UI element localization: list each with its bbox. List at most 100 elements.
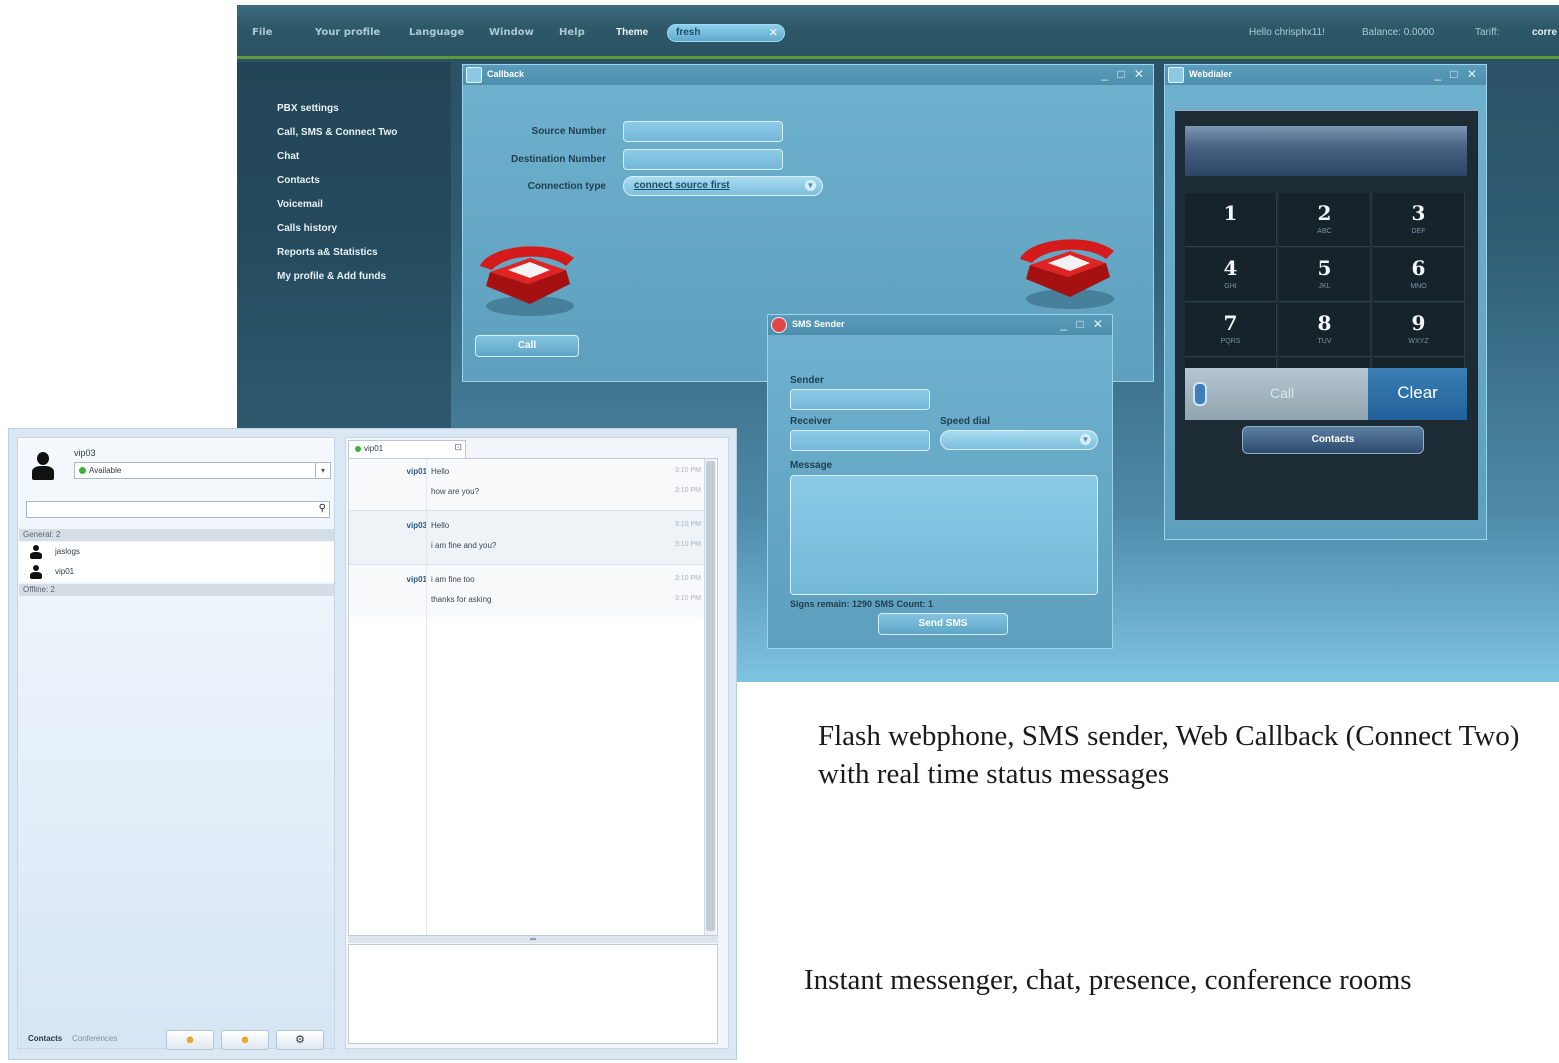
sender-input[interactable] [790, 389, 930, 410]
destination-number-input[interactable] [623, 149, 783, 170]
dial-key-letters: PQRS [1220, 338, 1241, 345]
menu-help[interactable]: Help [559, 27, 585, 38]
sidebar-item-reports[interactable]: Reports a& Statistics [277, 247, 378, 258]
window-controls-icon[interactable]: _ □ ✕ [1101, 67, 1147, 81]
window-controls-icon[interactable]: _ □ ✕ [1434, 67, 1480, 81]
menu-window[interactable]: Window [489, 27, 534, 38]
dial-key-7[interactable]: 8 TUV [1279, 303, 1371, 357]
sidebar-item-chat[interactable]: Chat [277, 151, 299, 162]
message-time: 3:10 PM [674, 541, 701, 548]
menu-bar: File Your profile Language Window Help T… [237, 5, 1559, 59]
callback-titlebar[interactable]: Callback _ □ ✕ [463, 65, 1153, 85]
dialer-contacts-button[interactable]: Contacts [1242, 426, 1424, 454]
dialer-panel: 12ABC3DEF4GHI5JKL6MNO7PQRS8TUV9WXYZ*0# C… [1175, 110, 1478, 520]
message-time: 3:10 PM [674, 487, 701, 494]
receiver-input[interactable] [790, 430, 930, 451]
splitter-handle[interactable]: ▬ [348, 936, 718, 943]
connection-type-select[interactable]: connect source first ▼ [623, 176, 823, 196]
tab-conferences[interactable]: Conferences [72, 1034, 117, 1043]
dial-key-3[interactable]: 4 GHI [1185, 248, 1277, 302]
dial-key-5[interactable]: 6 MNO [1373, 248, 1465, 302]
theme-label: Theme [616, 27, 649, 38]
messenger-window: vip03 Available ▾ ⚲ General: 2 jaslogs v… [8, 428, 737, 1060]
message-text: i am fine too [431, 575, 475, 584]
user-name: vip03 [74, 448, 96, 458]
dial-key-letters: TUV [1317, 338, 1332, 345]
close-icon[interactable]: ⊡ [454, 442, 462, 453]
dial-key-6[interactable]: 7 PQRS [1185, 303, 1277, 357]
contact-search-input[interactable]: ⚲ [26, 501, 330, 518]
menu-file[interactable]: File [252, 27, 272, 38]
dial-key-digit: 3 [1411, 201, 1426, 225]
message-time: 3:10 PM [674, 575, 701, 582]
dial-call-label: Call [1270, 385, 1295, 401]
dial-key-digit: 8 [1317, 311, 1332, 335]
contacts-pane: vip03 Available ▾ ⚲ General: 2 jaslogs v… [17, 437, 335, 1050]
speed-dial-select[interactable]: ▼ [940, 430, 1098, 450]
status-select[interactable]: Available ▾ [74, 462, 331, 479]
chevron-down-icon: ▼ [1080, 434, 1091, 445]
add-contact-button[interactable]: ☻ [166, 1030, 214, 1050]
dial-key-1[interactable]: 2 ABC [1279, 193, 1371, 247]
destination-number-label: Destination Number [510, 154, 606, 165]
sidebar-item-voicemail[interactable]: Voicemail [277, 199, 323, 210]
dial-key-digit: 9 [1411, 311, 1426, 335]
sms-status: Signs remain: 1290 SMS Count: 1 [790, 599, 934, 609]
add-group-button[interactable]: ☻ [221, 1030, 269, 1050]
theme-select[interactable]: fresh ✕ [667, 24, 785, 42]
search-icon[interactable]: ⚲ [319, 503, 326, 514]
callback-title: Callback [487, 69, 525, 79]
message-textarea[interactable] [790, 475, 1098, 595]
call-button[interactable]: Call [475, 335, 579, 357]
sidebar-item-calls-history[interactable]: Calls history [277, 223, 337, 234]
message-list: vip01 Hello 3:10 PM how are you? 3:10 PM… [348, 458, 718, 936]
send-sms-button[interactable]: Send SMS [878, 613, 1008, 635]
clear-button[interactable]: Clear [1368, 368, 1467, 420]
window-icon [466, 67, 482, 83]
dial-key-8[interactable]: 9 WXYZ [1373, 303, 1465, 357]
gear-icon: ⚙ [295, 1034, 305, 1046]
dial-key-4[interactable]: 5 JKL [1279, 248, 1371, 302]
group-offline[interactable]: Offline: 2 [19, 584, 334, 596]
dial-key-letters: JKL [1318, 283, 1331, 290]
phone-icon [1020, 239, 1114, 309]
chat-pane: vip01 ⊡ vip01 Hello 3:10 PM how are you?… [345, 437, 729, 1049]
list-item[interactable]: jaslogs [19, 542, 334, 562]
message-text: how are you? [431, 487, 480, 496]
message-text: i am fine and you? [431, 541, 497, 550]
hello-text: Hello chrisphx11! [1249, 27, 1325, 38]
scrollbar-thumb[interactable] [706, 461, 715, 931]
webdialer-titlebar[interactable]: Webdialer _ □ ✕ [1165, 65, 1486, 85]
online-dot-icon [355, 446, 361, 452]
chat-tab[interactable]: vip01 ⊡ [348, 440, 466, 458]
sms-icon [771, 317, 787, 333]
close-icon[interactable]: ✕ [769, 26, 778, 39]
contact-name: vip01 [55, 567, 75, 576]
scrollbar[interactable] [704, 459, 716, 935]
menu-language[interactable]: Language [409, 27, 464, 38]
settings-button[interactable]: ⚙ [276, 1030, 324, 1050]
sms-titlebar[interactable]: SMS Sender _ □ ✕ [768, 315, 1112, 335]
balance-text: Balance: 0.0000 [1362, 27, 1435, 38]
dial-key-digit: 7 [1223, 311, 1238, 335]
list-item[interactable]: vip01 [19, 562, 334, 582]
dial-key-letters: MNO [1410, 283, 1427, 290]
contact-icon [29, 545, 43, 559]
dial-call-button[interactable]: Call [1185, 368, 1368, 420]
tab-contacts[interactable]: Contacts [28, 1034, 62, 1043]
sidebar-item-pbx-settings[interactable]: PBX settings [277, 103, 339, 114]
message-compose-input[interactable] [348, 944, 718, 1044]
menu-your-profile[interactable]: Your profile [315, 27, 380, 38]
window-controls-icon[interactable]: _ □ ✕ [1060, 317, 1106, 331]
webdialer-window: Webdialer _ □ ✕ 1 2 ABC 3 DEF 4 GHI 5 JKL 6 MNO 7 PQ… [1164, 64, 1487, 540]
group-general[interactable]: General: 2 [19, 529, 334, 541]
source-number-input[interactable] [623, 121, 783, 142]
sms-sender-window: SMS Sender _ □ ✕ Sender Receiver Speed d… [767, 314, 1113, 649]
online-dot-icon [79, 467, 86, 474]
dial-key-0[interactable]: 1 [1185, 193, 1277, 247]
sidebar-item-contacts[interactable]: Contacts [277, 175, 320, 186]
dial-key-letters: DEF [1411, 228, 1426, 235]
sidebar-item-my-profile[interactable]: My profile & Add funds [277, 271, 386, 282]
sidebar-item-call-sms[interactable]: Call, SMS & Connect Two [277, 127, 397, 138]
dial-key-2[interactable]: 3 DEF [1373, 193, 1465, 247]
